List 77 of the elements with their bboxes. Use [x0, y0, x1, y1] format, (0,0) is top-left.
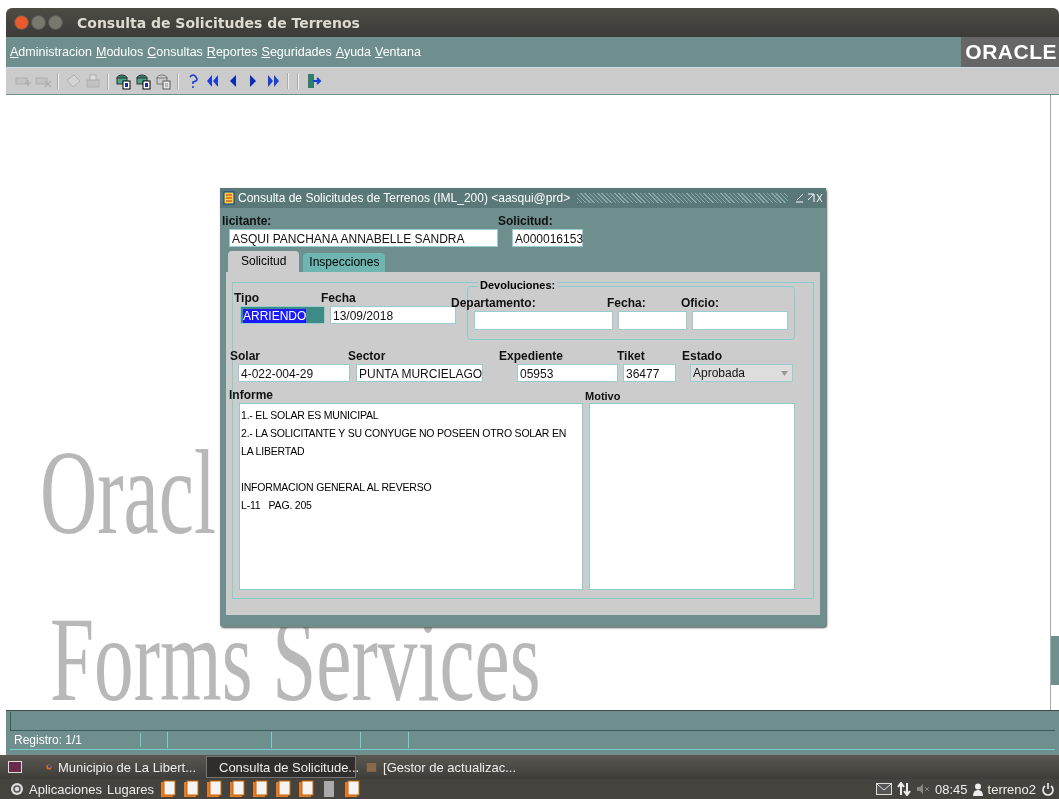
document-icon[interactable]	[298, 780, 314, 798]
clock[interactable]: 08:45	[935, 781, 968, 797]
document-icon[interactable]	[344, 780, 360, 798]
applicant-field[interactable]: ASQUI PANCHANA ANNABELLE SANDRA	[229, 229, 498, 247]
field-label: Fecha	[321, 291, 356, 305]
request-number-field[interactable]: A000016153	[512, 229, 583, 247]
input-field[interactable]: 36477	[623, 364, 676, 382]
panel-menu[interactable]: Lugares	[107, 781, 154, 797]
field-label: Tiket	[617, 349, 646, 363]
tab[interactable]: Inspecciones	[303, 253, 386, 272]
input-field[interactable]: 05953	[517, 364, 618, 382]
type-field[interactable]: ARRIENDO	[240, 306, 325, 324]
background-logo-text: Forms Services	[50, 600, 541, 720]
menu-item[interactable]: Ayuda	[335, 45, 371, 59]
user-icon	[972, 782, 983, 796]
field-label: Sector	[348, 349, 387, 363]
input-field[interactable]: 4-022-004-29	[238, 364, 350, 382]
document-icon[interactable]	[206, 780, 222, 798]
document-icon[interactable]	[183, 780, 199, 798]
power-icon[interactable]	[1041, 782, 1055, 796]
document-icon[interactable]	[229, 780, 245, 798]
field-label: Expediente	[499, 349, 565, 363]
window-title: Consulta de Solicitudes de Terrenos	[77, 14, 360, 31]
text-line: 2.- LA SOLICITANTE Y SU CONYUGE NO POSEEN OTRO SOLAR EN	[241, 426, 567, 441]
app-icon	[223, 191, 235, 205]
date-field[interactable]: 13/09/2018	[330, 306, 456, 324]
grip-pattern[interactable]	[577, 193, 788, 203]
menu-item[interactable]: Consultas	[147, 45, 203, 59]
window-controls-icon[interactable]	[795, 192, 823, 204]
panel-menu[interactable]: Aplicaciones	[29, 781, 102, 797]
document-icon[interactable]	[160, 780, 176, 798]
caret-icon	[781, 370, 788, 376]
input-field[interactable]	[692, 311, 788, 330]
field-label: Informe	[229, 388, 274, 402]
text-line: INFORMACION GENERAL AL REVERSO	[241, 480, 432, 495]
menu-item[interactable]: Administracion	[10, 45, 92, 59]
field-label: Tipo	[234, 291, 261, 305]
dialog-title: Consulta de Solicitudes de Terrenos (IML_200) <aasqui@prd>	[238, 191, 571, 205]
menu-item[interactable]: Modulos	[96, 45, 144, 59]
show-desktop-icon[interactable]	[8, 761, 22, 773]
taskbar-button[interactable]: Consulta de Solicitude...	[206, 756, 356, 778]
network-icon[interactable]	[897, 782, 912, 796]
box-icon	[366, 760, 378, 774]
field-label: Solar	[230, 349, 261, 363]
document-icon[interactable]	[252, 780, 268, 798]
field-label: Oficio:	[681, 296, 719, 310]
menu-item[interactable]: Reportes	[206, 45, 258, 59]
database-query-icon[interactable]	[134, 72, 152, 90]
field-label: Fecha:	[607, 296, 647, 310]
taskbar-button[interactable]: [Gestor de actualizac...	[360, 756, 522, 778]
report-textarea[interactable]: 1.- EL SOLAR ES MUNICIPAL 2.- LA SOLICITANTE Y SU CONYUGE NO POSEEN OTRO SOLAR EN LA LIBERTAD INFORMACION GENERAL AL REVERSO L-11 PAG. 205	[239, 403, 583, 590]
field-label: licitante:	[222, 214, 273, 228]
input-field[interactable]: PUNTA MURCIELAGO	[356, 364, 483, 382]
field-label: Solicitud:	[498, 214, 553, 228]
field-label: Motivo	[585, 390, 621, 402]
input-field[interactable]	[618, 311, 687, 330]
close-icon[interactable]	[14, 15, 29, 30]
text-line: LA LIBERTAD	[241, 444, 305, 459]
group-legend: Devoluciones:	[478, 279, 558, 291]
input-field[interactable]	[474, 311, 613, 330]
menu-item[interactable]: Seguridades	[261, 45, 332, 59]
database-query-icon[interactable]	[114, 72, 132, 90]
record-status: Registro: 1/1	[10, 733, 141, 747]
user-name[interactable]: terreno2	[987, 781, 1036, 797]
text-line: 1.- EL SOLAR ES MUNICIPAL	[241, 408, 379, 423]
text-line: L-11 PAG. 205	[241, 498, 312, 513]
scrollbar[interactable]	[1050, 95, 1059, 710]
brand-logo: ORACLE	[961, 37, 1059, 67]
menu-item[interactable]: Ventana	[375, 45, 421, 59]
taskbar-button[interactable]: Municipio de La Libert...	[40, 756, 202, 778]
status-dropdown[interactable]: Aprobada	[690, 364, 793, 382]
field-label: Estado	[682, 349, 722, 363]
document-icon[interactable]	[275, 780, 291, 798]
mail-icon[interactable]	[876, 783, 893, 795]
background-logo-text: Oracl	[40, 433, 216, 553]
ubuntu-logo-icon[interactable]	[10, 782, 24, 796]
tab[interactable]: Solicitud	[228, 251, 300, 272]
